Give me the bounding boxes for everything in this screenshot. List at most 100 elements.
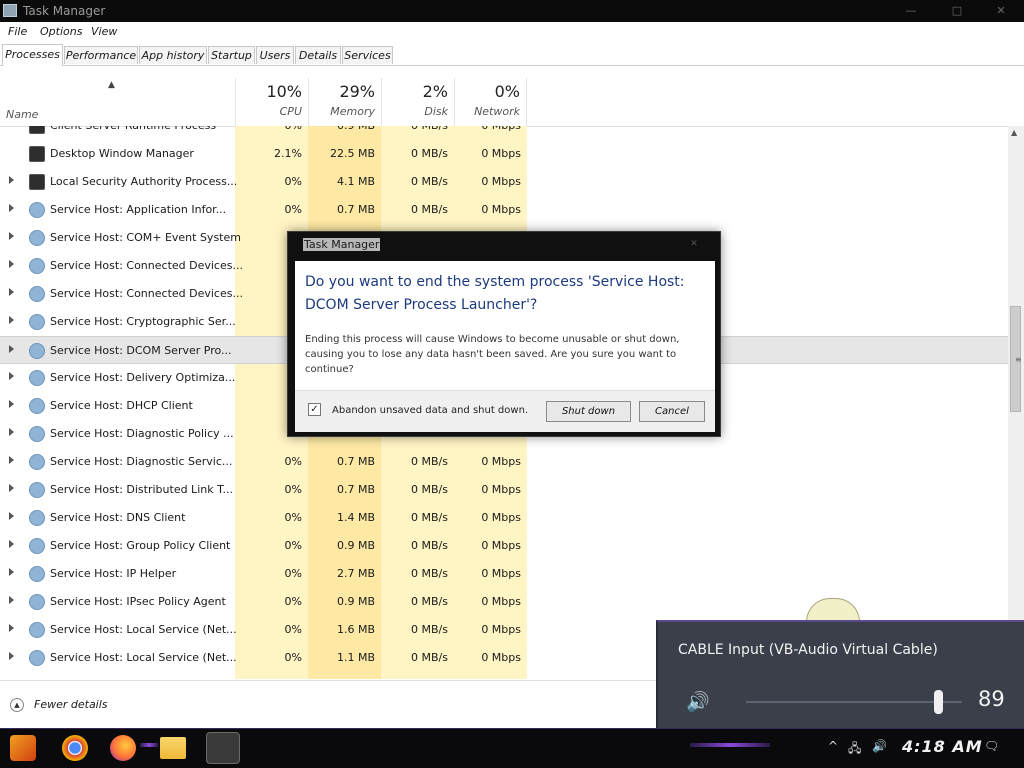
- fewer-details-link[interactable]: Fewer details: [34, 698, 108, 711]
- process-memory: 0.7 MB: [336, 483, 375, 496]
- tab-services[interactable]: Services: [342, 46, 393, 64]
- process-row[interactable]: Local Security Authority Process... 0% 4.1…: [0, 168, 1008, 196]
- service-gear-icon: [29, 594, 45, 610]
- tray-chevron-icon[interactable]: ^: [828, 739, 838, 753]
- expand-arrow-icon[interactable]: [9, 512, 14, 520]
- chrome-icon[interactable]: [62, 735, 88, 761]
- firefox-icon[interactable]: [110, 735, 136, 761]
- expand-arrow-icon[interactable]: [9, 372, 14, 380]
- tab-processes[interactable]: Processes: [2, 44, 63, 66]
- process-network: 0 Mbps: [481, 455, 521, 468]
- column-cpu[interactable]: 10% CPU: [235, 78, 308, 126]
- expand-arrow-icon[interactable]: [9, 484, 14, 492]
- collapse-icon[interactable]: ▲: [10, 698, 24, 712]
- column-disk[interactable]: 2% Disk: [381, 78, 454, 126]
- close-button[interactable]: ✕: [986, 3, 1016, 19]
- expand-arrow-icon[interactable]: [9, 568, 14, 576]
- process-row[interactable]: Service Host: Group Policy Client 0% 0.9 M…: [0, 532, 1008, 560]
- notification-icon[interactable]: 🗨: [984, 739, 999, 753]
- minimize-button[interactable]: —: [896, 3, 926, 19]
- process-row[interactable]: Service Host: Distributed Link T... 0% 0.7…: [0, 476, 1008, 504]
- expand-arrow-icon[interactable]: [9, 456, 14, 464]
- service-gear-icon: [29, 314, 45, 330]
- file-explorer-icon[interactable]: [160, 737, 186, 759]
- process-cpu: 0%: [284, 175, 302, 188]
- expand-arrow-icon[interactable]: [9, 316, 14, 324]
- service-gear-icon: [29, 398, 45, 414]
- expand-arrow-icon[interactable]: [9, 540, 14, 548]
- tab-app-history[interactable]: App history: [139, 46, 207, 64]
- column-name[interactable]: Name: [6, 108, 38, 121]
- process-disk: 0 MB/s: [411, 623, 448, 636]
- volume-level: 89: [978, 687, 1005, 711]
- process-row[interactable]: Service Host: Application Infor... 0% 0.7 …: [0, 196, 1008, 224]
- speaker-icon[interactable]: 🔊: [686, 690, 710, 713]
- dialog-close-button[interactable]: ✕: [684, 239, 704, 251]
- network-label: Network: [474, 105, 520, 118]
- process-memory: 0.9 MB: [337, 126, 375, 132]
- cancel-button[interactable]: Cancel: [639, 401, 705, 422]
- process-name: Service Host: Cryptographic Ser...: [50, 315, 236, 328]
- expand-arrow-icon[interactable]: [9, 428, 14, 436]
- process-name: Service Host: COM+ Event System: [50, 231, 241, 244]
- process-row[interactable]: Desktop Window Manager 2.1% 22.5 MB 0 MB/s 0…: [0, 140, 1008, 168]
- column-network[interactable]: 0% Network: [454, 78, 527, 126]
- abandon-data-checkbox[interactable]: ✓: [308, 403, 321, 416]
- footer: ▲ Fewer details: [0, 680, 660, 729]
- start-icon[interactable]: [10, 735, 36, 761]
- task-manager-icon: [3, 4, 17, 17]
- menu-view[interactable]: View: [91, 25, 117, 38]
- process-name: Client Server Runtime Process: [50, 126, 216, 132]
- service-gear-icon: [29, 343, 45, 359]
- process-cpu: 0%: [285, 126, 302, 132]
- process-disk: 0 MB/s: [411, 539, 448, 552]
- service-gear-icon: [29, 482, 45, 498]
- process-network: 0 Mbps: [481, 651, 521, 664]
- tab-details[interactable]: Details: [295, 46, 341, 64]
- vertical-scrollbar[interactable]: ▲ ≡: [1008, 126, 1024, 679]
- expand-arrow-icon[interactable]: [9, 232, 14, 240]
- service-gear-icon: [29, 230, 45, 246]
- shut-down-button[interactable]: Shut down: [546, 401, 631, 422]
- audio-device-name[interactable]: CABLE Input (VB-Audio Virtual Cable): [678, 642, 938, 658]
- expand-arrow-icon[interactable]: [9, 652, 14, 660]
- task-manager-taskbar-button[interactable]: [206, 732, 240, 764]
- dialog-body: Do you want to end the system process 'S…: [295, 261, 715, 390]
- tab-startup[interactable]: Startup: [208, 46, 255, 64]
- service-gear-icon: [29, 258, 45, 274]
- process-row[interactable]: Client Server Runtime Process 0% 0.9 MB 0 M…: [0, 126, 1008, 140]
- scroll-thumb[interactable]: ≡: [1010, 306, 1022, 412]
- process-row[interactable]: Service Host: IP Helper 0% 2.7 MB 0 MB/s 0 M…: [0, 560, 1008, 588]
- service-gear-icon: [29, 510, 45, 526]
- process-cpu: 0%: [284, 623, 302, 636]
- process-disk: 0 MB/s: [411, 483, 448, 496]
- process-row[interactable]: Service Host: DNS Client 0% 1.4 MB 0 MB/s 0 …: [0, 504, 1008, 532]
- expand-arrow-icon[interactable]: [9, 596, 14, 604]
- expand-arrow-icon[interactable]: [9, 288, 14, 296]
- volume-icon[interactable]: 🔊: [872, 739, 887, 753]
- column-memory[interactable]: 29% Memory: [308, 78, 381, 126]
- process-network: 0 Mbps: [481, 203, 521, 216]
- expand-arrow-icon[interactable]: [9, 624, 14, 632]
- abandon-data-label[interactable]: Abandon unsaved data and shut down.: [332, 405, 528, 416]
- expand-arrow-icon[interactable]: [9, 176, 14, 184]
- expand-arrow-icon[interactable]: [9, 345, 14, 353]
- expand-arrow-icon[interactable]: [9, 204, 14, 212]
- grip-icon: ≡: [1015, 355, 1022, 364]
- tab-users[interactable]: Users: [256, 46, 294, 64]
- clock[interactable]: 4:18 AM: [902, 737, 983, 756]
- service-gear-icon: [29, 454, 45, 470]
- expand-arrow-icon[interactable]: [9, 400, 14, 408]
- network-icon[interactable]: 🖧: [848, 739, 861, 760]
- volume-slider-thumb[interactable]: [934, 690, 944, 714]
- process-row[interactable]: Service Host: Diagnostic Servic... 0% 0.7 …: [0, 448, 1008, 476]
- menu-file[interactable]: File: [8, 25, 27, 38]
- process-app-icon: [29, 126, 45, 134]
- process-memory: 1.6 MB: [336, 623, 375, 636]
- tab-performance[interactable]: Performance: [64, 46, 138, 64]
- scroll-up-icon[interactable]: ▲: [1011, 128, 1017, 137]
- menu-options[interactable]: Options: [40, 25, 82, 38]
- expand-arrow-icon[interactable]: [9, 260, 14, 268]
- maximize-button[interactable]: □: [942, 3, 972, 19]
- process-disk: 0 MB/s: [411, 595, 448, 608]
